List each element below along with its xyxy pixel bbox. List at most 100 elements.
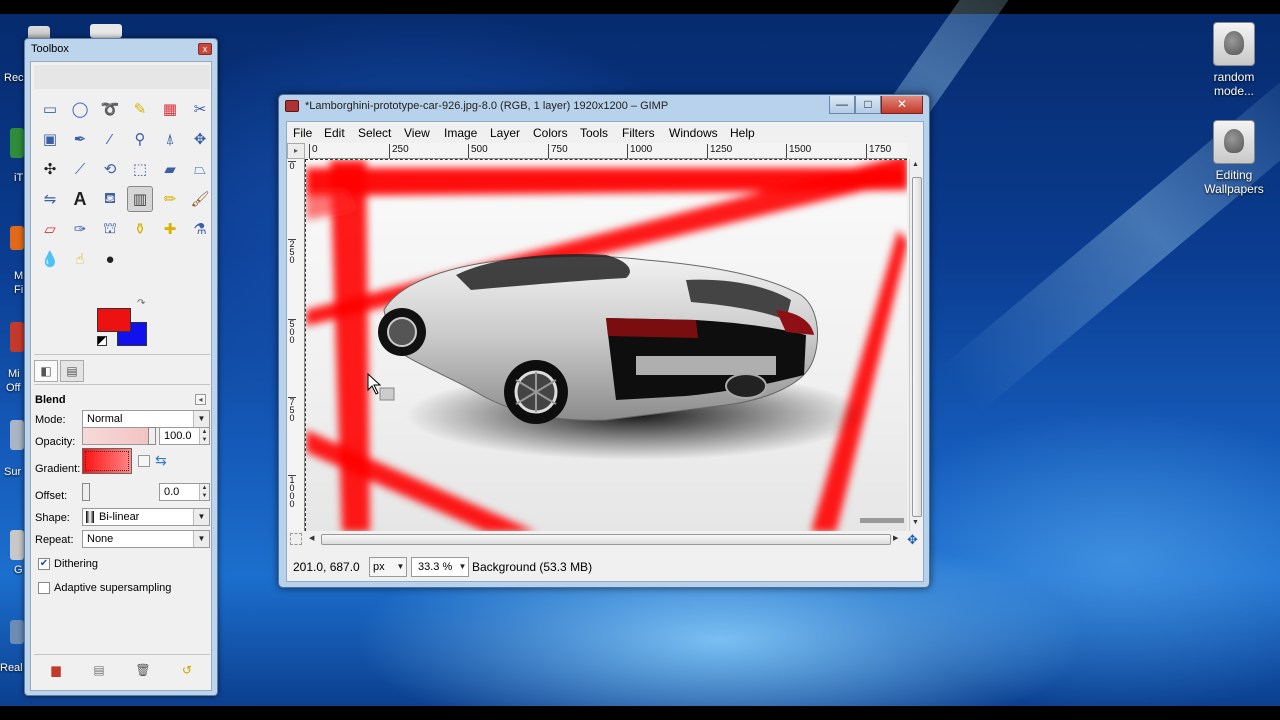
gradient-selector[interactable] — [82, 448, 132, 474]
menu-image[interactable]: Image — [444, 126, 477, 140]
minimize-button[interactable]: — — [829, 96, 855, 114]
firefox-icon[interactable] — [10, 226, 24, 250]
menu-colors[interactable]: Colors — [533, 126, 568, 140]
perspective-icon[interactable]: ⏢ — [187, 156, 213, 182]
foreground-color-swatch[interactable] — [97, 308, 131, 332]
shape-select[interactable]: Bi-linear ▼ — [82, 508, 210, 526]
opacity-spinner[interactable]: 100.0 ▲ ▼ — [159, 427, 210, 445]
menu-select[interactable]: Select — [358, 126, 391, 140]
scroll-up-icon[interactable]: ▲ — [912, 161, 919, 168]
paths-icon[interactable]: ✒ — [67, 126, 93, 152]
free-select-icon[interactable]: ➰ — [97, 96, 123, 122]
desktop-icon-editing-wallpapers[interactable]: Editing Wallpapers — [1194, 120, 1274, 196]
menu-layer[interactable]: Layer — [490, 126, 520, 140]
blend-icon[interactable]: ▥ — [127, 186, 153, 212]
navigate-icon[interactable]: ✥ — [907, 532, 918, 548]
tool-options-tab[interactable]: ◧ — [34, 360, 58, 382]
reset-options-icon[interactable]: ↺ — [179, 662, 195, 678]
menu-file[interactable]: File — [293, 126, 312, 140]
blur-icon[interactable]: 💧 — [37, 246, 63, 272]
gradient-edit-checkbox[interactable] — [138, 455, 150, 467]
airbrush-icon[interactable]: ✑ — [67, 216, 93, 242]
color-picker-icon[interactable]: ⁄ — [97, 126, 123, 152]
paintbrush-icon[interactable]: 🖌 — [187, 186, 213, 212]
tab-menu-icon[interactable]: ◂ — [195, 394, 206, 405]
horizontal-scroll-thumb[interactable] — [321, 534, 891, 545]
vertical-ruler[interactable]: 0 2 5 0 5 0 0 7 5 0 1 0 0 0 — [287, 159, 305, 531]
alignment-icon[interactable]: ✣ — [37, 156, 63, 182]
menu-edit[interactable]: Edit — [324, 126, 345, 140]
menu-filters[interactable]: Filters — [622, 126, 655, 140]
offset-slider-handle[interactable] — [82, 483, 90, 501]
app-icon[interactable] — [10, 420, 24, 450]
swap-colors-icon[interactable]: ↷ — [137, 298, 145, 309]
menu-help[interactable]: Help — [730, 126, 755, 140]
unit-select[interactable]: px ▼ — [369, 557, 407, 577]
rotate-icon[interactable]: ⟲ — [97, 156, 123, 182]
dithering-checkbox[interactable]: ✔ — [38, 558, 50, 570]
close-button[interactable]: x — [198, 43, 212, 55]
wilber-drop-area[interactable] — [34, 65, 210, 89]
menu-view[interactable]: View — [404, 126, 430, 140]
vertical-scroll-thumb[interactable] — [912, 177, 922, 517]
foreground-select-icon[interactable]: ▣ — [37, 126, 63, 152]
office-icon[interactable] — [10, 322, 24, 352]
menu-windows[interactable]: Windows — [669, 126, 718, 140]
ellipse-select-icon[interactable]: ◯ — [67, 96, 93, 122]
maximize-button[interactable]: □ — [855, 96, 881, 114]
app-icon[interactable] — [10, 530, 24, 560]
scroll-left-icon[interactable]: ◀ — [309, 534, 314, 542]
measure-icon[interactable]: ⍋ — [157, 126, 183, 152]
offset-spinner[interactable]: 0.0 ▲ ▼ — [159, 483, 210, 501]
heal-icon[interactable]: ✚ — [157, 216, 183, 242]
desktop-icon-random-mode[interactable]: random mode... — [1194, 22, 1274, 98]
text-icon[interactable]: A — [67, 186, 93, 212]
select-by-color-icon[interactable]: ▦ — [157, 96, 183, 122]
eraser-icon[interactable]: ▱ — [37, 216, 63, 242]
horizontal-scrollbar[interactable]: ◀ ▶ ✥ — [287, 531, 923, 549]
fuzzy-select-icon[interactable]: ✎ — [127, 96, 153, 122]
move-icon[interactable]: ✥ — [187, 126, 213, 152]
restore-options-icon[interactable]: ▤ — [91, 662, 107, 678]
ink-icon[interactable]: ⛫ — [97, 216, 123, 242]
offset-slider[interactable] — [82, 483, 155, 501]
scissors-select-icon[interactable]: ✂ — [187, 96, 213, 122]
bucket-fill-icon[interactable]: ⛾ — [97, 186, 123, 212]
pencil-icon[interactable]: ✏ — [157, 186, 183, 212]
itunes-icon[interactable] — [10, 128, 24, 158]
opacity-slider-handle[interactable] — [148, 427, 156, 445]
opacity-slider[interactable] — [82, 427, 155, 445]
save-options-icon[interactable]: ▆ — [48, 662, 64, 678]
rect-select-icon[interactable]: ▭ — [37, 96, 63, 122]
quick-mask-toggle[interactable]: ▸ — [287, 143, 305, 159]
crop-icon[interactable]: ⟋ — [67, 156, 93, 182]
delete-options-icon[interactable]: 🗑 — [135, 662, 151, 678]
adaptive-supersampling-checkbox[interactable] — [38, 582, 50, 594]
shear-icon[interactable]: ▰ — [157, 156, 183, 182]
horizontal-ruler[interactable]: 0 250 500 750 1000 1250 1500 1750 — [309, 143, 907, 159]
device-status-tab[interactable]: ▤ — [60, 360, 84, 382]
flip-icon[interactable]: ⇋ — [37, 186, 63, 212]
mode-select[interactable]: Normal ▼ — [82, 410, 210, 428]
vertical-scrollbar[interactable]: ▲ ▼ — [909, 159, 923, 531]
zoom-icon[interactable]: ⚲ — [127, 126, 153, 152]
reverse-gradient-icon[interactable]: ⇆ — [155, 452, 167, 469]
spinner-arrows-icon[interactable]: ▲ ▼ — [199, 428, 209, 444]
zoom-select[interactable]: 33.3 % ▼ — [411, 557, 469, 577]
spinner-arrows-icon[interactable]: ▲ ▼ — [199, 484, 209, 500]
close-button[interactable]: ✕ — [881, 96, 923, 114]
perspective-clone-icon[interactable]: ⚗ — [187, 216, 213, 242]
app-icon[interactable] — [10, 620, 24, 644]
scroll-right-icon[interactable]: ▶ — [893, 534, 898, 542]
smudge-icon[interactable]: ☝ — [67, 246, 93, 272]
scale-icon[interactable]: ⬚ — [127, 156, 153, 182]
scroll-down-icon[interactable]: ▼ — [912, 519, 919, 526]
repeat-select[interactable]: None ▼ — [82, 530, 210, 548]
dodge-burn-icon[interactable]: ● — [97, 246, 123, 272]
quick-mask-icon[interactable] — [290, 533, 302, 545]
menu-tools[interactable]: Tools — [580, 126, 608, 140]
image-canvas[interactable] — [305, 159, 907, 531]
default-colors-icon[interactable] — [97, 336, 107, 346]
desktop-file-icon[interactable] — [90, 24, 122, 38]
clone-icon[interactable]: ⚱ — [127, 216, 153, 242]
